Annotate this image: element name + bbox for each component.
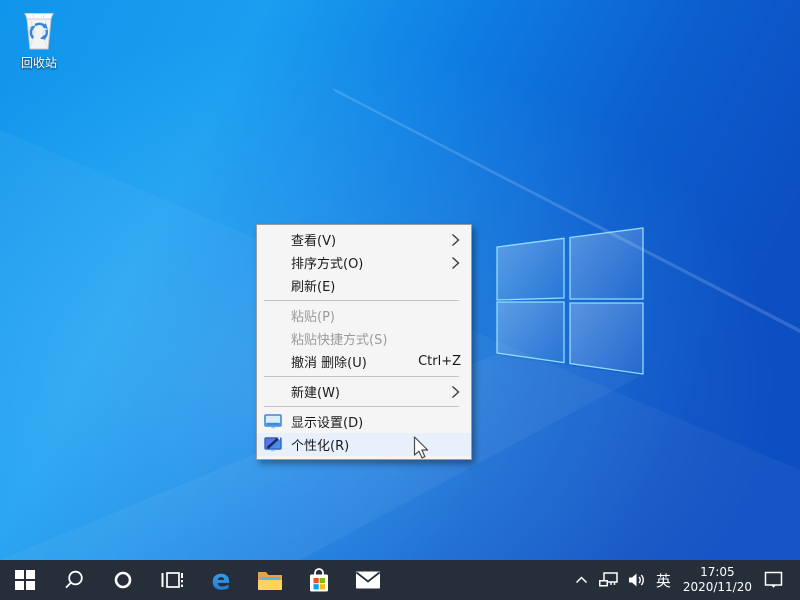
action-center-icon xyxy=(764,571,783,588)
menu-icon-gutter xyxy=(263,354,283,370)
clock-time: 17:05 xyxy=(700,565,735,579)
menu-icon-gutter xyxy=(263,278,283,294)
menu-icon-gutter xyxy=(263,255,283,271)
menu-separator xyxy=(264,376,459,377)
mouse-cursor xyxy=(413,436,429,459)
clock[interactable]: 17:05 2020/11/20 xyxy=(676,565,759,595)
store-icon xyxy=(309,568,328,592)
mail-icon xyxy=(355,571,380,589)
clock-date: 2020/11/20 xyxy=(682,580,752,594)
recycle-bin-label: 回收站 xyxy=(20,56,57,70)
menu-item-view[interactable]: 查看(V) xyxy=(257,228,471,251)
menu-icon-gutter xyxy=(263,308,283,324)
menu-item-new[interactable]: 新建(W) xyxy=(257,380,471,403)
edge-button[interactable]: e xyxy=(196,560,245,600)
recycle-bin-icon xyxy=(24,13,54,50)
system-tray: 英 17:05 2020/11/20 xyxy=(570,560,800,600)
menu-item-paste-shortcut: 粘贴快捷方式(S) xyxy=(257,327,471,350)
taskbar-buttons: e xyxy=(0,560,392,600)
menu-item-shortcut: Ctrl+Z xyxy=(418,354,461,369)
ime-label: 英 xyxy=(655,571,671,590)
mail-button[interactable] xyxy=(343,560,392,600)
menu-separator xyxy=(264,300,459,301)
cortana-icon xyxy=(114,571,131,589)
menu-item-label: 查看(V) xyxy=(291,234,337,249)
menu-item-label: 粘贴(P) xyxy=(291,310,335,325)
menu-item-personalize[interactable]: 个性化(R) xyxy=(257,433,471,456)
start-button[interactable] xyxy=(0,560,49,600)
personalization-icon xyxy=(263,436,283,453)
ime-indicator[interactable]: 英 xyxy=(651,560,676,600)
volume-icon xyxy=(628,573,644,587)
network-icon xyxy=(598,572,618,587)
menu-icon-gutter xyxy=(263,384,283,400)
start-icon xyxy=(14,570,35,590)
menu-item-refresh[interactable]: 刷新(E) xyxy=(257,274,471,297)
task-view-button[interactable] xyxy=(147,560,196,600)
network-button[interactable] xyxy=(593,560,623,600)
file-explorer-button[interactable] xyxy=(245,560,294,600)
tray-overflow-button[interactable] xyxy=(570,560,593,600)
menu-item-label: 新建(W) xyxy=(291,386,340,401)
menu-item-undo-delete[interactable]: 撤消 删除(U) Ctrl+Z xyxy=(257,350,471,373)
submenu-arrow-icon xyxy=(451,385,460,399)
svg-text:e: e xyxy=(211,566,230,594)
file-explorer-icon xyxy=(257,572,282,590)
desktop[interactable]: 回收站 查看(V) 排序方式(O) 刷新(E) 粘贴(P) 粘贴快捷方式(S) … xyxy=(0,0,800,600)
menu-item-label: 个性化(R) xyxy=(291,439,350,454)
submenu-arrow-icon xyxy=(451,256,460,270)
display-settings-icon xyxy=(263,413,283,430)
recycle-bin-shortcut[interactable]: 回收站 xyxy=(10,8,68,71)
menu-separator xyxy=(264,406,459,407)
task-view-icon xyxy=(161,572,183,588)
menu-item-display-settings[interactable]: 显示设置(D) xyxy=(257,410,471,433)
menu-icon-gutter xyxy=(263,232,283,248)
menu-icon-gutter xyxy=(263,331,283,347)
menu-item-sort-by[interactable]: 排序方式(O) xyxy=(257,251,471,274)
taskbar: e 英 17:05 2020/11/20 xyxy=(0,560,800,600)
menu-item-paste: 粘贴(P) xyxy=(257,304,471,327)
volume-button[interactable] xyxy=(623,560,651,600)
menu-item-label: 粘贴快捷方式(S) xyxy=(291,333,388,348)
search-icon xyxy=(64,570,83,589)
store-button[interactable] xyxy=(294,560,343,600)
desktop-context-menu: 查看(V) 排序方式(O) 刷新(E) 粘贴(P) 粘贴快捷方式(S) 撤消 删… xyxy=(256,224,472,460)
menu-item-label: 显示设置(D) xyxy=(291,416,364,431)
edge-icon: e xyxy=(211,566,230,594)
cortana-button[interactable] xyxy=(98,560,147,600)
menu-item-label: 撤消 删除(U) xyxy=(291,356,367,371)
submenu-arrow-icon xyxy=(451,233,460,247)
chevron-up-icon xyxy=(575,576,587,584)
action-center-button[interactable] xyxy=(759,560,788,600)
search-button[interactable] xyxy=(49,560,98,600)
menu-item-label: 排序方式(O) xyxy=(291,257,364,272)
menu-item-label: 刷新(E) xyxy=(291,280,336,295)
